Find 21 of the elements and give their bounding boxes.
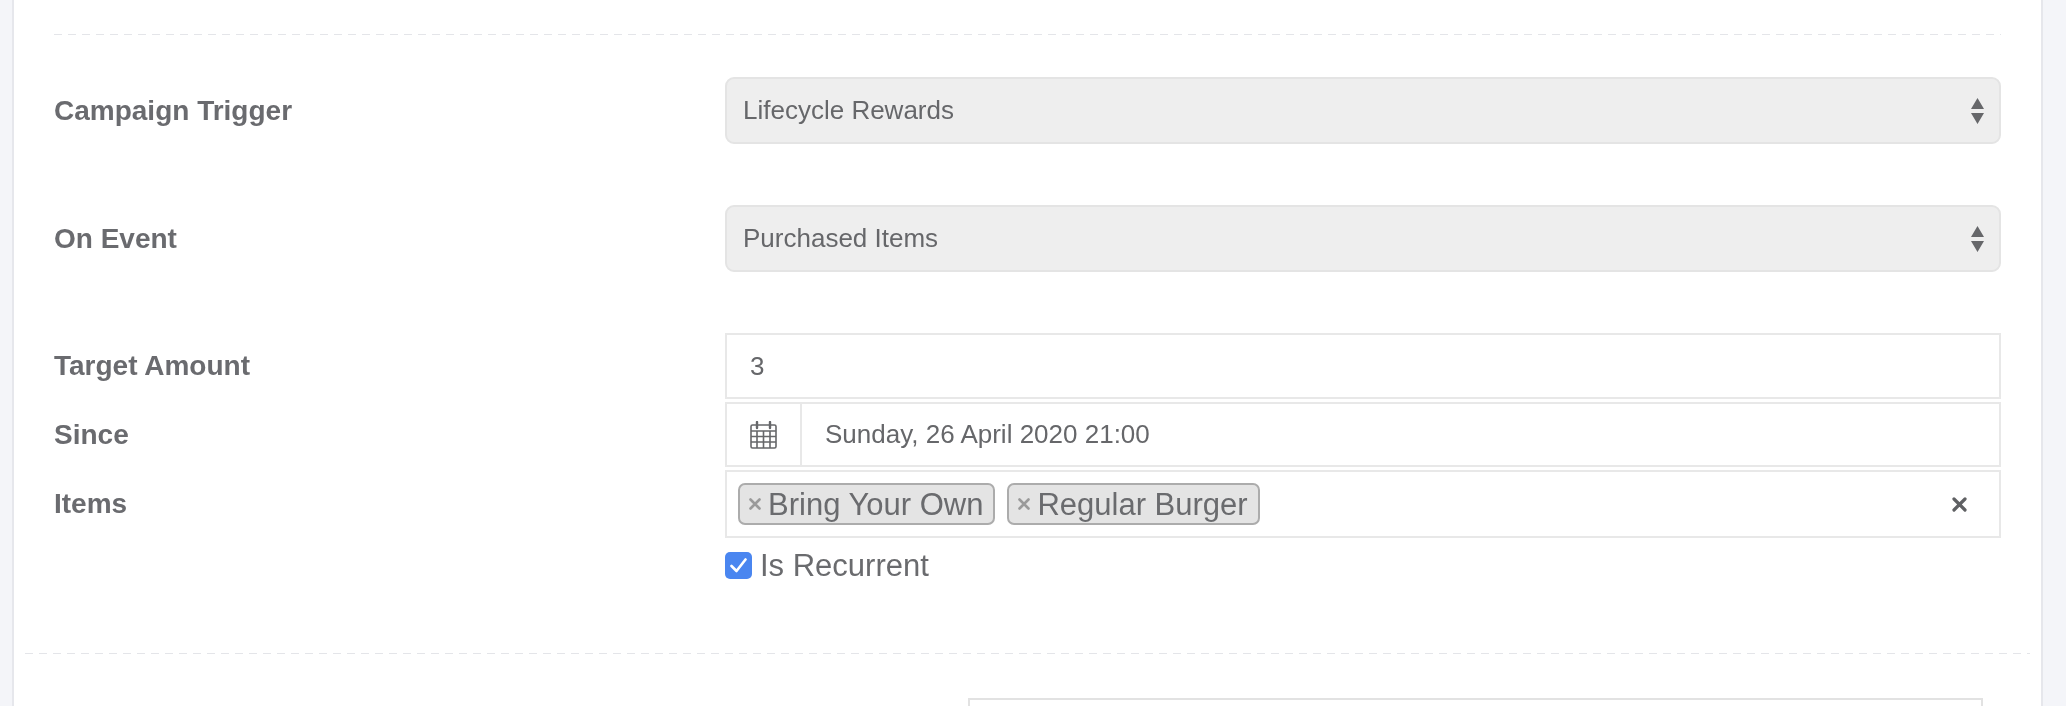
- tag-label: Regular Burger: [1037, 488, 1248, 520]
- checkbox-label: Is Recurrent: [760, 550, 929, 581]
- select-arrows-icon: [1971, 225, 1984, 252]
- checkmark-icon: [730, 558, 747, 573]
- date-field[interactable]: Sunday, 26 April 2020 21:00: [725, 402, 2001, 467]
- remove-icon[interactable]: [1018, 498, 1031, 510]
- field-label: Target Amount: [54, 350, 250, 381]
- field-label: Since: [54, 418, 129, 450]
- dropdown-select[interactable]: Lifecycle Rewards: [725, 77, 2001, 144]
- select-arrows-icon: [1971, 97, 1984, 124]
- tag-label: Bring Your Own: [768, 488, 984, 520]
- tags-field[interactable]: Bring Your Own Regular Burger: [725, 470, 2001, 538]
- field-label: On Event: [54, 222, 177, 254]
- field-label: Campaign Trigger: [54, 94, 293, 126]
- calendar-icon: [750, 420, 777, 449]
- remove-icon[interactable]: [749, 498, 761, 510]
- checkbox[interactable]: [725, 552, 752, 579]
- number-input[interactable]: 3: [725, 333, 2001, 399]
- dropdown-select[interactable]: Purchased Items: [725, 205, 2001, 272]
- field-label: Items: [54, 488, 128, 519]
- clear-icon[interactable]: [1952, 496, 1967, 512]
